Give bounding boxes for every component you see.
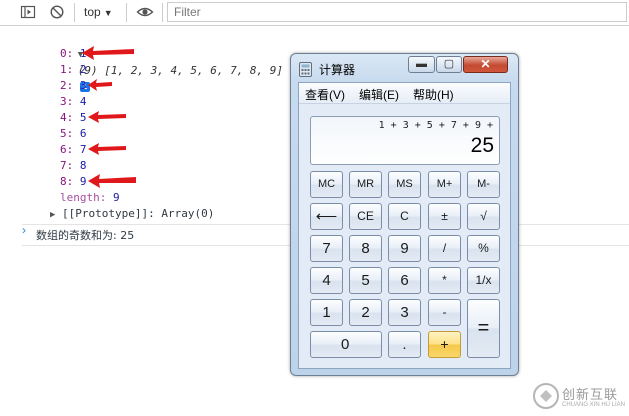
- list-item: 2: 3: [60, 79, 87, 92]
- clear-console-icon[interactable]: [49, 4, 65, 20]
- red-arrow-icon: [88, 79, 112, 91]
- calculator-app-icon: [299, 62, 312, 77]
- percent-button[interactable]: %: [467, 235, 500, 262]
- minimize-icon: ▬: [416, 58, 427, 70]
- digit-0-button[interactable]: 0: [310, 331, 382, 358]
- multiply-button[interactable]: *: [428, 267, 461, 294]
- entry-key: 3: [60, 95, 67, 108]
- clear-button[interactable]: C: [388, 203, 421, 230]
- filter-box: [167, 2, 627, 22]
- sidebar-toggle-icon[interactable]: [20, 4, 36, 20]
- eye-icon[interactable]: [136, 4, 154, 20]
- mc-button[interactable]: MC: [310, 171, 343, 198]
- context-selector[interactable]: top ▼: [84, 5, 113, 19]
- ce-button[interactable]: CE: [349, 203, 382, 230]
- m-plus-button[interactable]: M+: [428, 171, 461, 198]
- digit-8-button[interactable]: 8: [349, 235, 382, 262]
- list-item: 5: 6: [60, 127, 87, 140]
- menu-edit[interactable]: 编辑(E): [359, 86, 399, 103]
- list-item: 3: 4: [60, 95, 87, 108]
- entry-key: 2: [60, 79, 67, 92]
- filter-input[interactable]: [168, 3, 620, 21]
- entry-key: 4: [60, 111, 67, 124]
- plus-button[interactable]: +: [428, 331, 461, 358]
- length-key: length: [60, 191, 100, 204]
- sqrt-button[interactable]: √: [467, 203, 500, 230]
- prototype-text: [[Prototype]]: Array(0): [62, 207, 215, 220]
- chevron-down-icon: ▼: [103, 8, 113, 18]
- entry-key: 1: [60, 63, 67, 76]
- decimal-button[interactable]: .: [388, 331, 421, 358]
- minus-button[interactable]: -: [428, 299, 461, 326]
- entry-key: 7: [60, 159, 67, 172]
- watermark: 创新互联 CHUANG XIN HU LIAN: [530, 378, 629, 416]
- calculator-body: 查看(V) 编辑(E) 帮助(H) 1 + 3 + 5 + 7 + 9 + 25…: [298, 82, 511, 369]
- expression-text: 1 + 3 + 5 + 7 + 9 +: [378, 120, 493, 131]
- console-prompt-icon[interactable]: ›: [22, 223, 26, 237]
- watermark-text: 创新互联: [562, 387, 619, 402]
- red-arrow-icon: [88, 143, 126, 155]
- menu-view[interactable]: 查看(V): [305, 86, 345, 103]
- m-minus-button[interactable]: M-: [467, 171, 500, 198]
- list-item: 6: 7: [60, 143, 87, 156]
- menu-bar: 查看(V) 编辑(E) 帮助(H): [299, 83, 510, 104]
- list-item: 8: 9: [60, 175, 87, 188]
- toolbar-separator: [74, 3, 75, 22]
- digit-4-button[interactable]: 4: [310, 267, 343, 294]
- red-arrow-icon: [88, 111, 126, 123]
- toolbar-separator: [126, 3, 127, 22]
- maximize-button[interactable]: ▢: [436, 56, 462, 73]
- prototype-row[interactable]: ▶ [[Prototype]]: Array(0): [50, 206, 214, 223]
- digit-1-button[interactable]: 1: [310, 299, 343, 326]
- calculator-titlebar[interactable]: 计算器 ▬ ▢ ✕: [291, 54, 518, 82]
- entry-key: 8: [60, 175, 67, 188]
- ms-button[interactable]: MS: [388, 171, 421, 198]
- result-log: 数组的奇数和为: 25: [36, 229, 135, 242]
- minimize-button[interactable]: ▬: [408, 56, 435, 73]
- red-arrow-icon: [88, 174, 136, 188]
- context-label: top: [84, 5, 101, 19]
- close-icon: ✕: [480, 57, 491, 71]
- negate-button[interactable]: ±: [428, 203, 461, 230]
- entry-key: 0: [60, 47, 67, 60]
- length-row: length: 9: [60, 191, 120, 204]
- digit-7-button[interactable]: 7: [310, 235, 343, 262]
- result-text: 25: [470, 134, 494, 157]
- devtools-toolbar: top ▼: [0, 0, 629, 26]
- entry-key: 6: [60, 143, 67, 156]
- reciprocal-button[interactable]: 1/x: [467, 267, 500, 294]
- close-button[interactable]: ✕: [463, 56, 508, 73]
- expand-triangle-icon[interactable]: ▶: [50, 210, 55, 220]
- calculator-display: 1 + 3 + 5 + 7 + 9 + 25: [310, 116, 500, 165]
- maximize-icon: ▢: [443, 58, 455, 70]
- entry-key: 5: [60, 127, 67, 140]
- list-item: 4: 5: [60, 111, 87, 124]
- divide-button[interactable]: /: [428, 235, 461, 262]
- watermark-subtext: CHUANG XIN HU LIAN: [562, 402, 626, 408]
- red-arrow-icon: [82, 46, 134, 60]
- calculator-window: 计算器 ▬ ▢ ✕ 查看(V) 编辑(E) 帮助(H) 1 + 3 + 5 + …: [290, 53, 519, 376]
- digit-3-button[interactable]: 3: [388, 299, 421, 326]
- menu-help[interactable]: 帮助(H): [413, 86, 454, 103]
- watermark-logo-icon: [533, 383, 559, 409]
- list-item: 1: 2: [60, 63, 87, 76]
- digit-6-button[interactable]: 6: [388, 267, 421, 294]
- toolbar-separator: [162, 3, 163, 22]
- digit-2-button[interactable]: 2: [349, 299, 382, 326]
- window-title: 计算器: [319, 63, 356, 77]
- digit-5-button[interactable]: 5: [349, 267, 382, 294]
- backspace-button[interactable]: ⟵: [310, 203, 343, 230]
- length-value: 9: [113, 191, 120, 204]
- mr-button[interactable]: MR: [349, 171, 382, 198]
- digit-9-button[interactable]: 9: [388, 235, 421, 262]
- equals-button[interactable]: =: [467, 299, 500, 358]
- list-item: 7: 8: [60, 159, 87, 172]
